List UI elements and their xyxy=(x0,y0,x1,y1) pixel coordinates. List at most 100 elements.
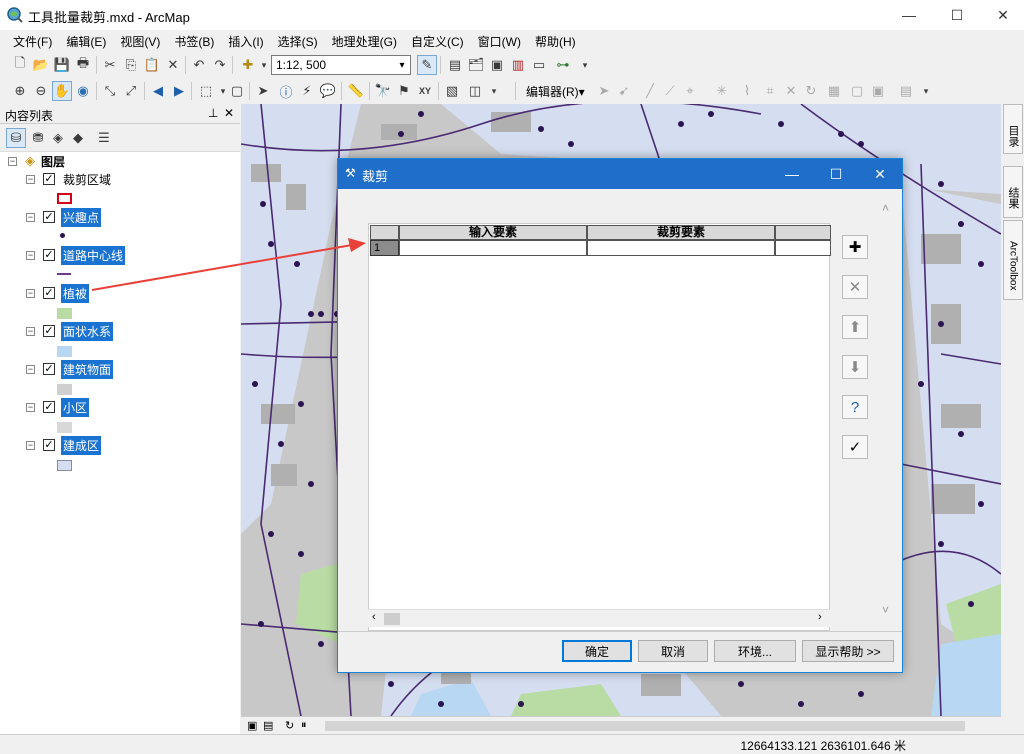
layer-visibility-checkbox[interactable]: ✓ xyxy=(43,401,55,413)
layer-visibility-checkbox[interactable]: ✓ xyxy=(43,439,55,451)
new-document-icon[interactable]: 🗋 xyxy=(10,55,30,75)
collapse-icon[interactable]: − xyxy=(26,402,35,412)
pause-drawing-icon[interactable]: ⏸ xyxy=(301,719,307,732)
html-popup-icon[interactable]: 💬 xyxy=(318,81,338,101)
layer-name[interactable]: 裁剪区域 xyxy=(61,170,113,189)
add-row-plus-icon[interactable]: ✚ xyxy=(842,235,868,259)
layer-name[interactable]: 建成区 xyxy=(61,435,102,455)
fixed-zoom-out-icon[interactable]: ⤢ xyxy=(121,81,141,101)
cut-icon[interactable]: ✂ xyxy=(100,55,120,75)
measure-icon[interactable]: 📏 xyxy=(346,81,366,101)
editor-menu[interactable]: 编辑器(R)▾ xyxy=(526,83,585,100)
fixed-zoom-in-icon[interactable]: ⤡ xyxy=(100,81,120,101)
layer-name[interactable]: 小区 xyxy=(61,397,90,417)
dialog-minimize-button[interactable]: — xyxy=(770,159,814,189)
tab-arctoolbox[interactable]: ArcToolbox xyxy=(1003,220,1023,300)
layer-row-poi[interactable]: − ✓ 兴趣点 xyxy=(26,207,102,227)
layer-visibility-checkbox[interactable]: ✓ xyxy=(43,287,55,299)
menu-help[interactable]: 帮助(H) xyxy=(528,33,583,50)
layer-visibility-checkbox[interactable]: ✓ xyxy=(43,325,55,337)
undo-icon[interactable]: ↶ xyxy=(189,55,209,75)
collapse-icon[interactable]: − xyxy=(26,212,35,222)
layer-row-built-up[interactable]: − ✓ 建成区 xyxy=(26,435,102,455)
layer-row-community[interactable]: − ✓ 小区 xyxy=(26,397,90,417)
search-window-icon[interactable]: ▣ xyxy=(487,55,507,75)
environments-button[interactable]: 环境... xyxy=(714,640,796,662)
layer-row-water[interactable]: − ✓ 面状水系 xyxy=(26,321,114,341)
collapse-icon[interactable]: − xyxy=(26,364,35,374)
back-arrow-icon[interactable]: ◀ xyxy=(148,81,168,101)
close-button[interactable]: ✕ xyxy=(980,0,1024,30)
toc-close-icon[interactable]: ✕ xyxy=(224,106,234,120)
layout-view-icon[interactable]: ▤ xyxy=(263,719,273,732)
dialog-vscroll[interactable]: ˄ ˅ xyxy=(878,195,896,619)
delete-row-icon[interactable]: ✕ xyxy=(842,275,868,299)
dialog-maximize-button[interactable]: ☐ xyxy=(814,159,858,189)
modelbuilder-icon[interactable]: ⊶ xyxy=(553,55,573,75)
find-binoculars-icon[interactable]: 🔭 xyxy=(373,81,393,101)
scale-input[interactable]: 1:12, 500 ▾ xyxy=(271,55,411,75)
scroll-right-icon[interactable]: › xyxy=(818,611,822,623)
tab-catalog[interactable]: 目录 xyxy=(1003,104,1023,154)
toolbar-options-icon[interactable]: ▾ xyxy=(575,55,595,75)
print-icon[interactable]: 🖶 xyxy=(73,55,93,75)
minimize-button[interactable]: — xyxy=(886,0,932,30)
clear-selection-icon[interactable]: ▢ xyxy=(227,81,247,101)
create-viewer-icon[interactable]: ◫ xyxy=(465,81,485,101)
maximize-button[interactable]: ☐ xyxy=(934,0,980,30)
scroll-down-icon[interactable]: ˅ xyxy=(882,603,889,617)
row-number[interactable]: 1 xyxy=(370,240,399,256)
layers-root[interactable]: − ◈ 图层 xyxy=(8,152,67,170)
move-down-icon[interactable]: ⬇ xyxy=(842,355,868,379)
cancel-button[interactable]: 取消 xyxy=(638,640,708,662)
catalog-window-icon[interactable]: 🗂 xyxy=(466,55,486,75)
layer-visibility-checkbox[interactable]: ✓ xyxy=(43,173,55,185)
arctoolbox-icon[interactable]: ▥ xyxy=(508,55,528,75)
menu-customize[interactable]: 自定义(C) xyxy=(404,33,471,50)
collapse-icon[interactable]: − xyxy=(8,156,17,166)
zoom-in-icon[interactable]: ⊕ xyxy=(10,81,30,101)
batch-grid[interactable]: 输入要素 裁剪要素 1 xyxy=(368,223,831,631)
layer-name[interactable]: 植被 xyxy=(61,283,90,303)
toolbar-more-icon[interactable]: ▾ xyxy=(916,81,936,101)
layer-name[interactable]: 建筑物面 xyxy=(61,359,114,379)
menu-view[interactable]: 视图(V) xyxy=(113,33,167,50)
time-slider-icon[interactable]: ▧ xyxy=(442,81,462,101)
pin-icon[interactable]: ⊥ xyxy=(208,106,218,120)
layer-name[interactable]: 兴趣点 xyxy=(61,207,102,227)
cell-extra[interactable] xyxy=(775,240,831,256)
layer-visibility-checkbox[interactable]: ✓ xyxy=(43,363,55,375)
hyperlink-icon[interactable]: ⚡ xyxy=(297,81,317,101)
select-elements-icon[interactable]: ➤ xyxy=(253,81,273,101)
menu-bookmarks[interactable]: 书签(B) xyxy=(167,33,221,50)
editor-toolbar-icon[interactable]: ✎ xyxy=(417,55,437,75)
check-icon[interactable]: ✓ xyxy=(842,435,868,459)
chevron-down-icon[interactable]: ▾ xyxy=(394,56,410,74)
layer-visibility-checkbox[interactable]: ✓ xyxy=(43,211,55,223)
find-route-icon[interactable]: ⚑ xyxy=(394,81,414,101)
data-view-icon[interactable]: ▣ xyxy=(247,719,257,732)
forward-arrow-icon[interactable]: ▶ xyxy=(169,81,189,101)
scroll-left-icon[interactable]: ‹ xyxy=(372,611,376,623)
collapse-icon[interactable]: − xyxy=(26,174,35,184)
grid-hscroll[interactable]: ‹ › xyxy=(368,609,830,627)
layer-visibility-checkbox[interactable]: ✓ xyxy=(43,249,55,261)
open-folder-icon[interactable]: 📂 xyxy=(31,55,51,75)
menu-windows[interactable]: 窗口(W) xyxy=(471,33,528,50)
show-help-button[interactable]: 显示帮助 >> xyxy=(802,640,894,662)
cell-clip-features[interactable] xyxy=(587,240,775,256)
collapse-icon[interactable]: − xyxy=(26,288,35,298)
copy-icon[interactable]: ⎘ xyxy=(121,55,141,75)
layer-row-buildings[interactable]: − ✓ 建筑物面 xyxy=(26,359,114,379)
layer-row-roads[interactable]: − ✓ 道路中心线 xyxy=(26,245,126,265)
collapse-icon[interactable]: − xyxy=(26,326,35,336)
layer-name[interactable]: 道路中心线 xyxy=(61,245,126,265)
refresh-icon[interactable]: ↻ xyxy=(285,719,294,732)
zoom-out-icon[interactable]: ⊖ xyxy=(31,81,51,101)
save-icon[interactable]: 💾 xyxy=(52,55,72,75)
menu-selection[interactable]: 选择(S) xyxy=(271,33,325,50)
column-header-clip-features[interactable]: 裁剪要素 xyxy=(587,225,775,240)
python-window-icon[interactable]: ▭ xyxy=(529,55,549,75)
redo-icon[interactable]: ↷ xyxy=(210,55,230,75)
menu-file[interactable]: 文件(F) xyxy=(6,33,59,50)
